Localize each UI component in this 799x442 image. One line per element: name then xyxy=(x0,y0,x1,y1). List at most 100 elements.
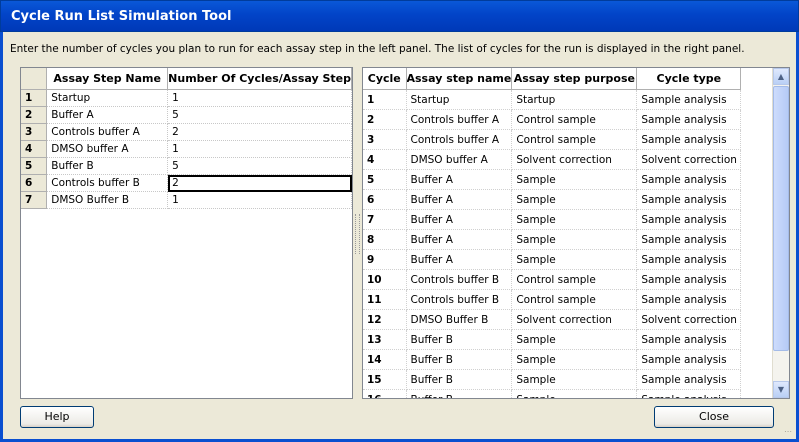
cycles-count-cell[interactable]: 1 xyxy=(167,191,352,209)
cycle-number-cell: 5 xyxy=(363,169,407,190)
cycle-type-cell: Solvent correction xyxy=(636,309,742,330)
table-row[interactable]: 14 Buffer B Sample Sample analysis xyxy=(363,349,742,370)
table-row[interactable]: 15 Buffer B Sample Sample analysis xyxy=(363,369,742,390)
table-row[interactable]: 3 Controls buffer A Control sample Sample a… xyxy=(363,129,742,150)
cycles-count-cell[interactable]: 2 xyxy=(167,174,352,192)
cycle-number-cell: 11 xyxy=(363,289,407,310)
table-row[interactable]: 13 Buffer B Sample Sample analysis xyxy=(363,329,742,350)
row-number: 2 xyxy=(21,106,48,124)
cycle-number-cell: 2 xyxy=(363,109,407,130)
assay-step-name-cell[interactable]: Controls buffer A xyxy=(46,123,169,141)
cycle-number-cell: 6 xyxy=(363,189,407,210)
cycle-number-cell: 1 xyxy=(363,89,407,110)
scroll-down-arrow-icon[interactable]: ▼ xyxy=(773,381,789,398)
title-bar[interactable]: Cycle Run List Simulation Tool xyxy=(0,0,799,32)
resize-grip-icon[interactable]: ⋯ xyxy=(784,427,794,437)
assay-step-purpose-cell: Sample xyxy=(511,349,638,370)
assay-step-purpose-cell: Control sample xyxy=(511,129,638,150)
row-number: 3 xyxy=(21,123,48,141)
table-row[interactable]: 5 Buffer B5 xyxy=(21,157,352,175)
cycle-number-cell: 8 xyxy=(363,229,407,250)
cycle-type-cell: Sample analysis xyxy=(636,229,742,250)
table-row[interactable]: 16Buffer BSampleSample analysis xyxy=(363,389,742,398)
cycle-number-cell: 14 xyxy=(363,349,407,370)
cycles-count-cell[interactable]: 1 xyxy=(167,89,352,107)
row-header-corner xyxy=(21,68,48,90)
cycle-type-cell: Sample analysis xyxy=(636,349,742,370)
help-button[interactable]: Help xyxy=(20,406,94,428)
table-row[interactable]: 6 Controls buffer B2 xyxy=(21,174,352,192)
scroll-up-arrow-icon[interactable]: ▲ xyxy=(773,68,789,85)
cycles-count-cell[interactable]: 1 xyxy=(167,140,352,158)
assay-step-name-cell: Buffer B xyxy=(406,349,513,370)
table-row[interactable]: 2 Buffer A5 xyxy=(21,106,352,124)
assay-step-purpose-cell: Sample xyxy=(511,189,638,210)
column-header-assay-step-name[interactable]: Assay Step Name xyxy=(46,68,169,90)
assay-step-purpose-cell: Solvent correction xyxy=(511,149,638,170)
vertical-scrollbar[interactable]: ▲ ▼ xyxy=(772,68,789,398)
assay-step-name-cell[interactable]: Buffer B xyxy=(46,157,169,175)
row-number: 7 xyxy=(21,191,48,209)
scrollbar-thumb[interactable] xyxy=(773,86,789,351)
column-header-number-of-cycles[interactable]: Number Of Cycles/Assay Step xyxy=(167,68,352,90)
row-number: 1 xyxy=(21,89,48,107)
table-row[interactable]: 7 Buffer A Sample Sample analysis xyxy=(363,209,742,230)
table-row[interactable]: 1 Startup 1 xyxy=(21,89,352,107)
table-row[interactable]: 9 Buffer A Sample Sample analysis xyxy=(363,249,742,270)
assay-step-purpose-cell: Startup xyxy=(511,89,638,110)
assay-step-name-cell[interactable]: Startup xyxy=(46,89,169,107)
assay-step-purpose-cell: Sample xyxy=(511,369,638,390)
assay-step-name-cell[interactable]: DMSO buffer A xyxy=(46,140,169,158)
assay-step-purpose-cell: Sample xyxy=(511,209,638,230)
table-row[interactable]: 2 Controls buffer A Control sample Sample a… xyxy=(363,109,742,130)
assay-step-name-cell: Buffer A xyxy=(406,229,513,250)
close-button[interactable]: Close xyxy=(654,406,774,428)
table-row[interactable]: 3 Controls buffer A2 xyxy=(21,123,352,141)
table-row[interactable]: 8 Buffer A Sample Sample analysis xyxy=(363,229,742,250)
cycles-count-cell[interactable]: 2 xyxy=(167,123,352,141)
cycle-type-cell: Sample analysis xyxy=(636,269,742,290)
splitter-grip-icon xyxy=(355,214,360,254)
assay-step-purpose-cell: Solvent correction xyxy=(511,309,638,330)
assay-step-name-cell[interactable]: DMSO Buffer B xyxy=(46,191,169,209)
assay-step-name-cell: Controls buffer A xyxy=(406,129,513,150)
table-row[interactable]: 4 DMSO buffer A Solvent correction Solvent … xyxy=(363,149,742,170)
column-header-assay-step-purpose[interactable]: Assay step purpose xyxy=(511,68,638,90)
assay-step-purpose-cell: Control sample xyxy=(511,289,638,310)
column-header-assay-step-name[interactable]: Assay step name xyxy=(406,68,513,90)
row-number: 6 xyxy=(21,174,48,192)
column-header-cycle-type[interactable]: Cycle type xyxy=(636,68,742,90)
table-row[interactable]: 10 Controls buffer B Control sample Sample … xyxy=(363,269,742,290)
assay-step-name-cell[interactable]: Buffer A xyxy=(46,106,169,124)
table-row[interactable]: 4 DMSO buffer A1 xyxy=(21,140,352,158)
cycles-count-cell[interactable]: 5 xyxy=(167,157,352,175)
table-row[interactable]: 7 DMSO Buffer B1 xyxy=(21,191,352,209)
row-number: 5 xyxy=(21,157,48,175)
assay-step-name-cell: Controls buffer A xyxy=(406,109,513,130)
cycle-number-cell: 3 xyxy=(363,129,407,150)
column-header-cycle[interactable]: Cycle xyxy=(363,68,407,90)
table-row[interactable]: 6 Buffer A Sample Sample analysis xyxy=(363,189,742,210)
table-row[interactable]: 1 Startup Startup Sample analysis xyxy=(363,89,742,110)
assay-step-name-cell[interactable]: Controls buffer B xyxy=(46,174,169,192)
cycle-type-cell: Sample analysis xyxy=(636,289,742,310)
table-row[interactable]: 11 Controls buffer B Control sample Sample … xyxy=(363,289,742,310)
assay-step-purpose-cell: Sample xyxy=(511,229,638,250)
assay-steps-panel: Assay Step Name Number Of Cycles/Assay S… xyxy=(20,67,353,399)
cycle-list-panel: Cycle Assay step name Assay step purpose… xyxy=(362,67,790,399)
cycle-type-cell: Sample analysis xyxy=(636,329,742,350)
cycles-count-cell[interactable]: 5 xyxy=(167,106,352,124)
cycle-type-cell: Sample analysis xyxy=(636,189,742,210)
assay-steps-table: Assay Step Name Number Of Cycles/Assay S… xyxy=(21,68,352,209)
assay-step-purpose-cell: Sample xyxy=(511,389,638,398)
table-row[interactable]: 5 Buffer A Sample Sample analysis xyxy=(363,169,742,190)
assay-step-purpose-cell: Sample xyxy=(511,249,638,270)
cycle-number-cell: 16 xyxy=(363,389,407,398)
instructions-text: Enter the number of cycles you plan to r… xyxy=(10,43,745,55)
assay-step-name-cell: Controls buffer B xyxy=(406,269,513,290)
table-row[interactable]: 12 DMSO Buffer B Solvent correction Solvent… xyxy=(363,309,742,330)
cycle-type-cell: Sample analysis xyxy=(636,89,742,110)
assay-step-purpose-cell: Sample xyxy=(511,329,638,350)
panel-splitter[interactable] xyxy=(353,66,361,399)
assay-step-purpose-cell: Control sample xyxy=(511,109,638,130)
